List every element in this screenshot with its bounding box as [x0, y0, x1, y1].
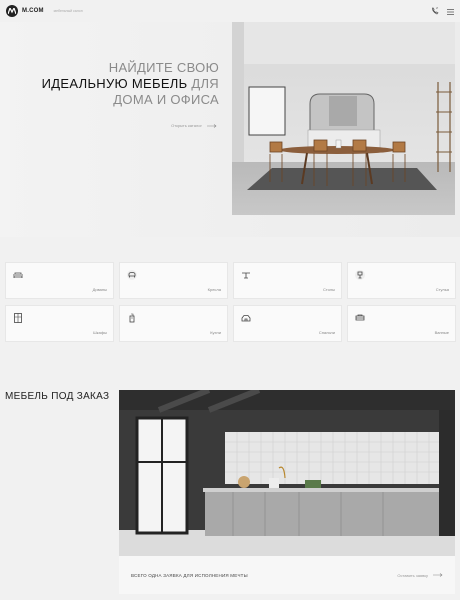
hero-title-emphasis: ИДЕАЛЬНУЮ МЕБЕЛЬ [41, 76, 188, 91]
category-label: Шкафы [93, 330, 107, 335]
category-label: Спальни [318, 330, 335, 335]
chair-icon [355, 270, 365, 280]
category-card-armchairs[interactable]: Кресла [119, 262, 228, 299]
category-card-tables[interactable]: Столы [233, 262, 342, 299]
custom-cta-bar: ВСЕГО ОДНА ЗАЯВКА ДЛЯ ИСПОЛНЕНИЯ МЕЧТЫ О… [119, 556, 455, 594]
logo-mark-icon [6, 5, 18, 17]
arrow-right-icon [433, 573, 443, 577]
logo[interactable]: M.COM [6, 5, 44, 17]
category-label: Кухни [210, 330, 221, 335]
request-link-label: Оставить заявку [397, 572, 428, 578]
arrow-right-icon [207, 123, 217, 128]
bath-icon [355, 314, 365, 321]
catalog-link[interactable]: Открыть каталог [171, 123, 217, 128]
hero-title: НАЙДИТЕ СВОЮ ИДЕАЛЬНУЮ МЕБЕЛЬ ДЛЯ ДОМА И… [42, 60, 219, 108]
armchair-icon [127, 270, 137, 280]
sofa-icon [13, 272, 23, 278]
category-card-wardrobes[interactable]: Шкафы [5, 305, 114, 342]
category-label: Кресла [207, 287, 221, 292]
kitchen-icon [129, 313, 135, 323]
phone-icon[interactable] [431, 2, 439, 20]
menu-icon[interactable] [447, 2, 454, 20]
category-label: Стулья [435, 287, 449, 292]
category-label: Ванные [434, 330, 449, 335]
site-header: M.COM мебельный салон [0, 0, 460, 22]
custom-section-title: МЕБЕЛЬ ПОД ЗАКАЗ [5, 391, 110, 402]
wardrobe-icon [14, 313, 22, 323]
category-card-baths[interactable]: Ванные [347, 305, 456, 342]
category-card-sofas[interactable]: Диваны [5, 262, 114, 299]
table-icon [242, 272, 250, 279]
hero-title-line-1: НАЙДИТЕ СВОЮ [108, 60, 219, 75]
category-card-bedrooms[interactable]: Спальни [233, 305, 342, 342]
hero-title-rest: ДЛЯ [187, 76, 219, 91]
custom-kitchen-image [119, 390, 455, 556]
hero-dining-room-image [232, 22, 455, 215]
tagline: мебельный салон [53, 9, 83, 13]
category-card-chairs[interactable]: Стулья [347, 262, 456, 299]
category-label: Столы [322, 287, 335, 292]
hero-title-line-2: ИДЕАЛЬНУЮ МЕБЕЛЬ ДЛЯ [42, 76, 219, 92]
category-card-kitchens[interactable]: Кухни [119, 305, 228, 342]
logo-text: M.COM [22, 8, 44, 14]
bedroom-icon [241, 315, 251, 322]
category-grid: Диваны Кресла Столы Стулья Шкафы Кухни С… [5, 262, 456, 342]
category-label: Диваны [92, 287, 107, 292]
hero-title-line-3: ДОМА И ОФИСА [113, 92, 219, 107]
catalog-link-label: Открыть каталог [171, 123, 202, 128]
request-link[interactable]: Оставить заявку [397, 573, 443, 578]
custom-note: ВСЕГО ОДНА ЗАЯВКА ДЛЯ ИСПОЛНЕНИЯ МЕЧТЫ [131, 572, 248, 578]
